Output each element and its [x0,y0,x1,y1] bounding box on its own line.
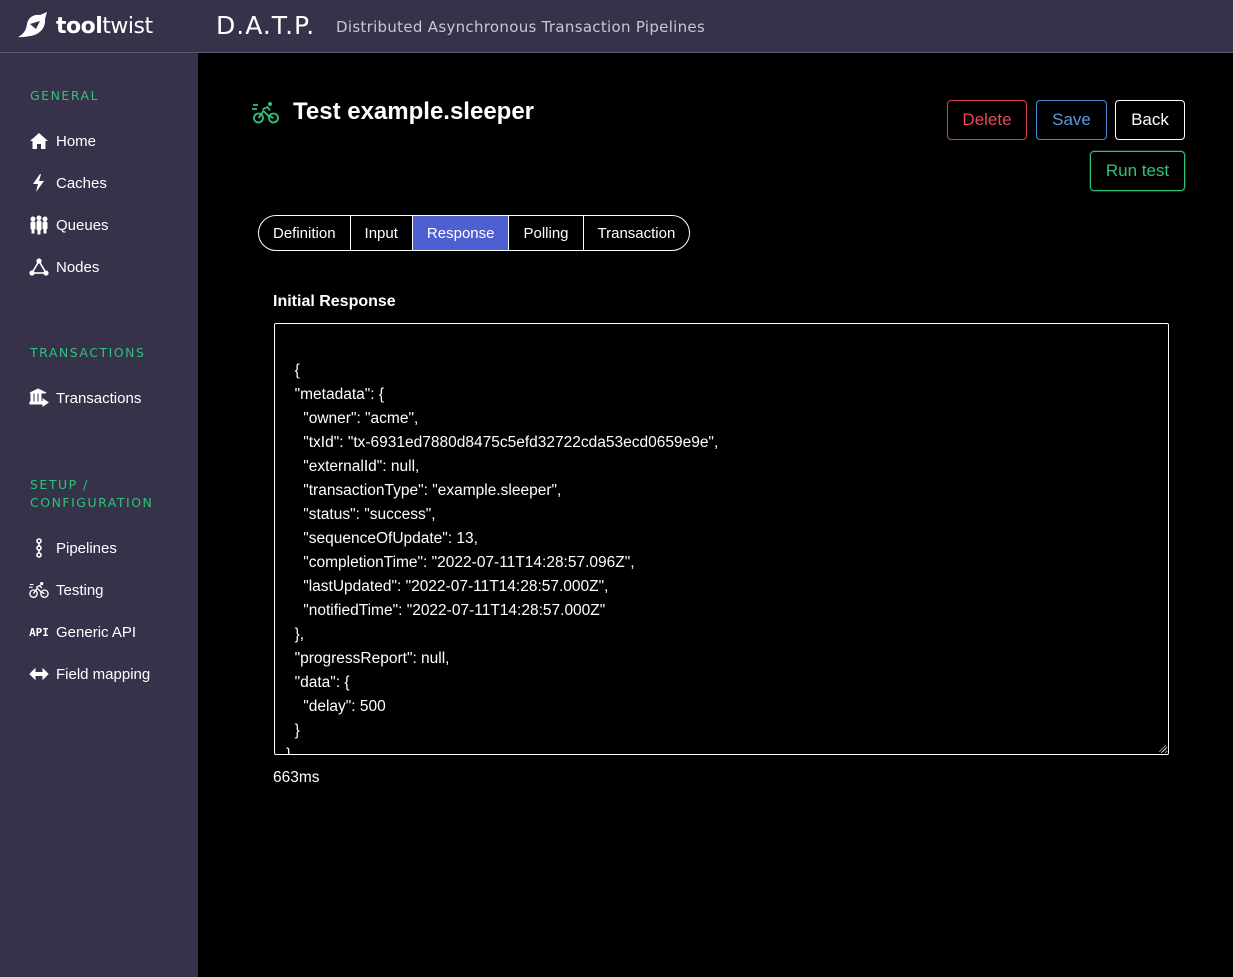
sidebar-item-label: Pipelines [56,539,117,557]
tab-response[interactable]: Response [412,216,510,250]
section-title-line: CONFIGURATION [30,495,154,510]
section-title-line: SETUP / [30,477,89,492]
lightning-icon [28,172,50,194]
home-icon [28,130,50,152]
cyclist-icon [252,99,280,127]
sidebar-item-home[interactable]: Home [28,129,96,153]
response-label: Initial Response [273,293,396,310]
sidebar-item-testing[interactable]: Testing [28,578,104,602]
sidebar-item-generic-api[interactable]: API Generic API [28,620,136,644]
arrows-left-right-icon [28,663,50,685]
top-bar: tooltwist D.A.T.P. Distributed Asynchron… [0,0,1233,53]
sidebar-item-label: Testing [56,581,104,599]
sidebar-item-queues[interactable]: Queues [28,213,109,237]
sidebar-item-transactions[interactable]: Transactions [28,386,141,410]
response-textarea[interactable]: { "metadata": { "owner": "acme", "txId":… [274,323,1169,755]
tab-input[interactable]: Input [351,216,413,250]
sidebar-item-label: Caches [56,174,107,192]
logo-text: tooltwist [56,13,153,39]
section-title-general: GENERAL [30,88,100,103]
sidebar-item-field-mapping[interactable]: Field mapping [28,662,150,686]
bank-icon [28,387,50,409]
section-title-transactions: TRANSACTIONS [30,345,146,360]
response-time: 663ms [273,769,320,786]
toolbird-logo-icon [18,12,47,38]
sidebar-item-caches[interactable]: Caches [28,171,107,195]
cyclist-icon [28,579,50,601]
sidebar-item-nodes[interactable]: Nodes [28,255,99,279]
nodes-icon [28,256,50,278]
logo[interactable]: tooltwist [16,10,153,42]
app-title: D.A.T.P. [216,11,316,40]
sidebar-item-label: Transactions [56,389,142,407]
tab-definition[interactable]: Definition [259,216,351,250]
sidebar-item-label: Home [56,132,97,150]
section-title-setup: SETUP / CONFIGURATION [30,476,153,512]
sidebar-item-label: Nodes [56,258,100,276]
pipeline-icon [28,537,50,559]
tab-bar: Definition Input Response Polling Transa… [258,215,691,251]
tab-polling[interactable]: Polling [509,216,584,250]
page-title: Test example.sleeper [293,98,535,125]
sidebar-item-label: Field mapping [56,665,151,683]
response-json-text: { "metadata": { "owner": "acme", "txId":… [286,362,719,755]
app-subtitle: Distributed Asynchronous Transaction Pip… [336,18,706,36]
resize-grip-icon[interactable] [1158,744,1166,752]
run-test-button[interactable]: Run test [1090,151,1185,191]
delete-button[interactable]: Delete [947,100,1027,140]
sidebar-item-label: Generic API [56,623,137,641]
save-button[interactable]: Save [1036,100,1107,140]
sidebar-item-pipelines[interactable]: Pipelines [28,536,117,560]
people-queue-icon [28,214,50,236]
sidebar-item-label: Queues [56,216,109,234]
back-button[interactable]: Back [1115,100,1185,140]
api-icon: API [29,625,49,639]
tab-transaction[interactable]: Transaction [584,216,690,250]
